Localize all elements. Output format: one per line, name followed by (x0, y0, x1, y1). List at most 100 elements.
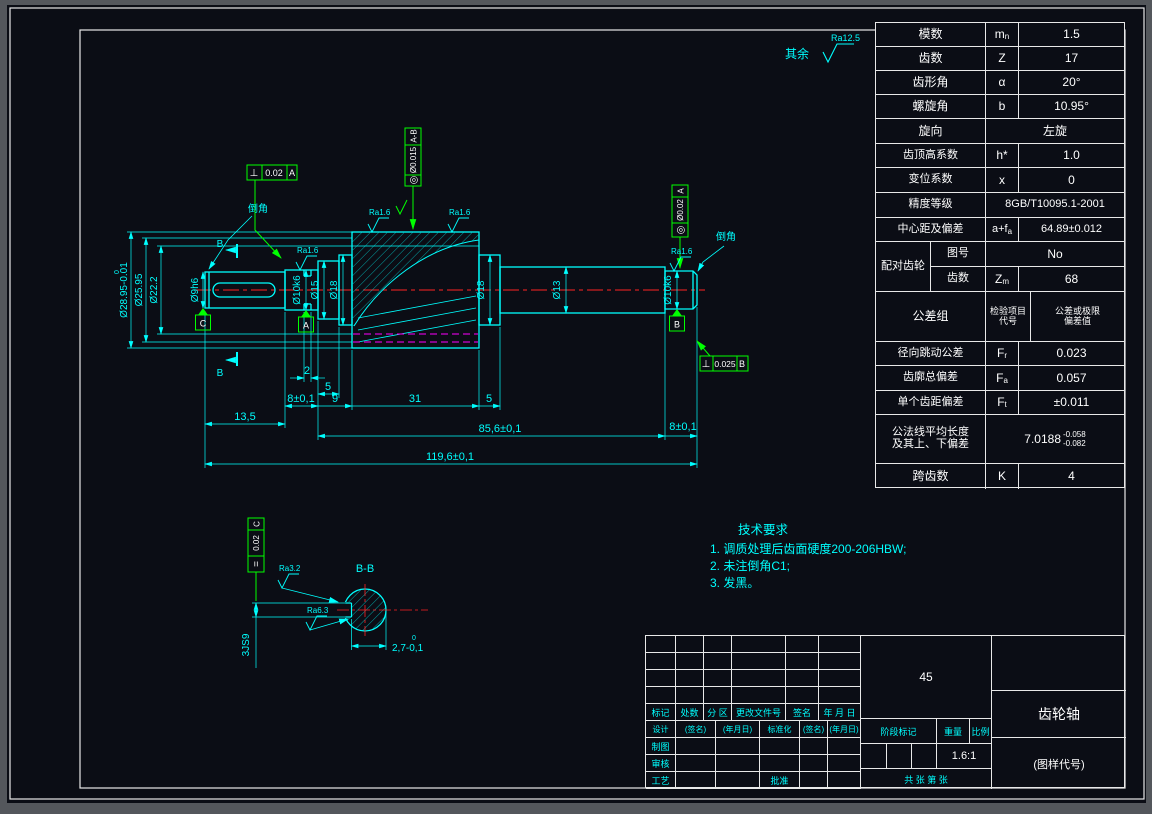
drawing-code-cell: (图样代号) (991, 738, 1126, 789)
param-symbol: h* (986, 144, 1019, 167)
param-row: 中心距及偏差 a+f a 64.89±0.012 (876, 218, 1124, 242)
param-value: 左旋 (1042, 123, 1067, 138)
dim-keyway-depth-sup: 0 (412, 635, 416, 642)
hdr-count: 处数 (676, 704, 704, 721)
gdt-f1-datum: A (289, 168, 295, 178)
section-view-title: B-B (356, 563, 374, 575)
gdt-f5-symbol: = (252, 561, 263, 567)
param-label: 中心距及偏差 (876, 218, 986, 241)
param-value: 20° (1062, 75, 1081, 90)
param-symbol: Fr (986, 342, 1019, 365)
value-lower-dev: -0.082 (1063, 439, 1086, 448)
param-label: 旋向 (876, 119, 986, 143)
helix-lines (357, 295, 477, 343)
param-symbol: Z (986, 47, 1019, 70)
param-row: 旋向 左旋 (876, 119, 1124, 144)
param-symbol: Fa (986, 366, 1019, 390)
datum-b-label: B (674, 320, 680, 330)
tech-req-item: 3. 发黑。 (710, 576, 760, 590)
dim-d9: Ø9h6 (190, 277, 201, 302)
tech-req-title: 技术要求 (738, 523, 789, 537)
symbol-main: Z (994, 271, 1003, 286)
param-value: 4 (1068, 469, 1075, 484)
gdt-f5-datum: C (253, 521, 262, 527)
scale-label: 比例 (969, 719, 991, 744)
technical-requirements: 技术要求 1. 调质处理后齿面硬度200-206HBW; 2. 未注倒角C1; … (710, 522, 907, 592)
datum-c-label: C (200, 319, 207, 329)
param-label: 齿形角 (876, 71, 986, 94)
value-main: 7.0188 (1024, 431, 1061, 446)
param-row: 单个齿距偏差 Ft ±0.011 (876, 391, 1124, 415)
symbol-sub: n (1004, 32, 1010, 42)
param-row: 精度等级 8GB/T10095.1-2001 (876, 193, 1124, 218)
symbol-main: a+f (991, 222, 1008, 235)
dim-5-left: 5 (325, 381, 331, 393)
dim-d10-right: Ø10k6 (663, 275, 674, 305)
param-row: 齿廓总偏差 Fa 0.057 (876, 366, 1124, 391)
param-symbol: Ft (986, 391, 1019, 414)
param-row: 变位系数 x 0 (876, 168, 1124, 193)
cad-viewport: Ø28.95-0.01 0 Ø25.95 Ø22.2 Ø9h6 Ø10k6 Ø1… (0, 0, 1152, 814)
mid-line2: 代号 (998, 315, 1017, 326)
param-value: 10.95° (1054, 99, 1089, 114)
param-label: 齿数 (876, 47, 986, 70)
param-value-header: 公差或极限 偏差值 (1031, 292, 1124, 341)
part-name-cell: 齿轮轴 (991, 691, 1126, 738)
section-b-bottom-label: B (217, 368, 224, 379)
param-value: No (1047, 246, 1063, 261)
symbol-main: F (997, 395, 1005, 410)
param-label: 跨齿数 (876, 464, 986, 489)
draft-label: 制图 (646, 738, 676, 755)
param-symbol: α (986, 71, 1019, 94)
dim-d13: Ø13 (552, 280, 563, 299)
gear-section-detail (352, 232, 480, 343)
design-row: 设计 (签名) (年月日) 标准化 (签名) (年月日) (646, 721, 861, 738)
symbol-sub: r (1004, 351, 1007, 361)
param-label: 配对齿轮 (876, 242, 931, 291)
tech-req-item: 2. 未注倒角C1; (710, 559, 791, 573)
hdr-signature: 签名 (786, 704, 819, 721)
stage-mark-label: 阶段标记 (860, 719, 936, 744)
param-sublabel: 图号 (931, 242, 986, 266)
surface-rest-value: Ra12.5 (831, 33, 860, 43)
param-label: 公法线平均长度 及其上、下偏差 (876, 415, 986, 463)
revision-row (646, 653, 861, 670)
approve-label: 批准 (760, 772, 800, 789)
check-label: 审核 (646, 755, 676, 772)
surface-rest-label: 其余 (785, 46, 809, 61)
hdr-date: 年 月 日 (819, 704, 861, 721)
param-value: 64.89±0.012 (1040, 222, 1103, 235)
param-label: 公差组 (876, 292, 986, 341)
param-value: 0 (1068, 172, 1075, 187)
param-value: 8GB/T10095.1-2001 (1005, 198, 1105, 211)
param-row-base-tangent: 公法线平均长度 及其上、下偏差 7.0188 -0.058 -0.082 (876, 415, 1124, 464)
param-symbol: b (986, 95, 1019, 118)
param-row: 模数 m n 1.5 (876, 23, 1124, 47)
dim-31: 31 (409, 393, 421, 405)
dim-8-right: 8±0,1 (669, 421, 696, 433)
dim-85-6: 85,6±0,1 (479, 423, 522, 435)
hdr-change-doc: 更改文件号 (732, 704, 786, 721)
gdt-f1-tolerance: 0.02 (265, 168, 283, 178)
process-label: 工艺 (646, 772, 676, 789)
length-dim-lines (204, 307, 698, 468)
check-row: 审核 (646, 755, 861, 772)
revision-row (646, 687, 861, 704)
datum-flags: A B C (195, 308, 685, 333)
gdt-f5-tolerance: 0.02 (252, 535, 261, 551)
param-label: 变位系数 (876, 168, 986, 192)
dim-keyway-depth: 2,7-0,1 (392, 643, 424, 654)
dim-9: 9 (332, 393, 338, 405)
gdt-f2-datum: A-B (410, 129, 419, 142)
gdt-f3-datum: A (677, 188, 686, 194)
param-value: 0.023 (1056, 346, 1087, 361)
stage-cell (860, 744, 886, 769)
ra-mark-gear-2: Ra1.6 (449, 208, 471, 217)
datum-a-label: A (303, 321, 309, 331)
label-line2: 及其上、下偏差 (892, 438, 969, 450)
material-cell: 45 (860, 636, 991, 719)
dim-groove: 2 (304, 365, 310, 377)
param-label: 齿廓总偏差 (876, 366, 986, 390)
chamfer-note-left: 倒角 (248, 203, 268, 215)
gdt-f4-datum: B (739, 359, 745, 369)
